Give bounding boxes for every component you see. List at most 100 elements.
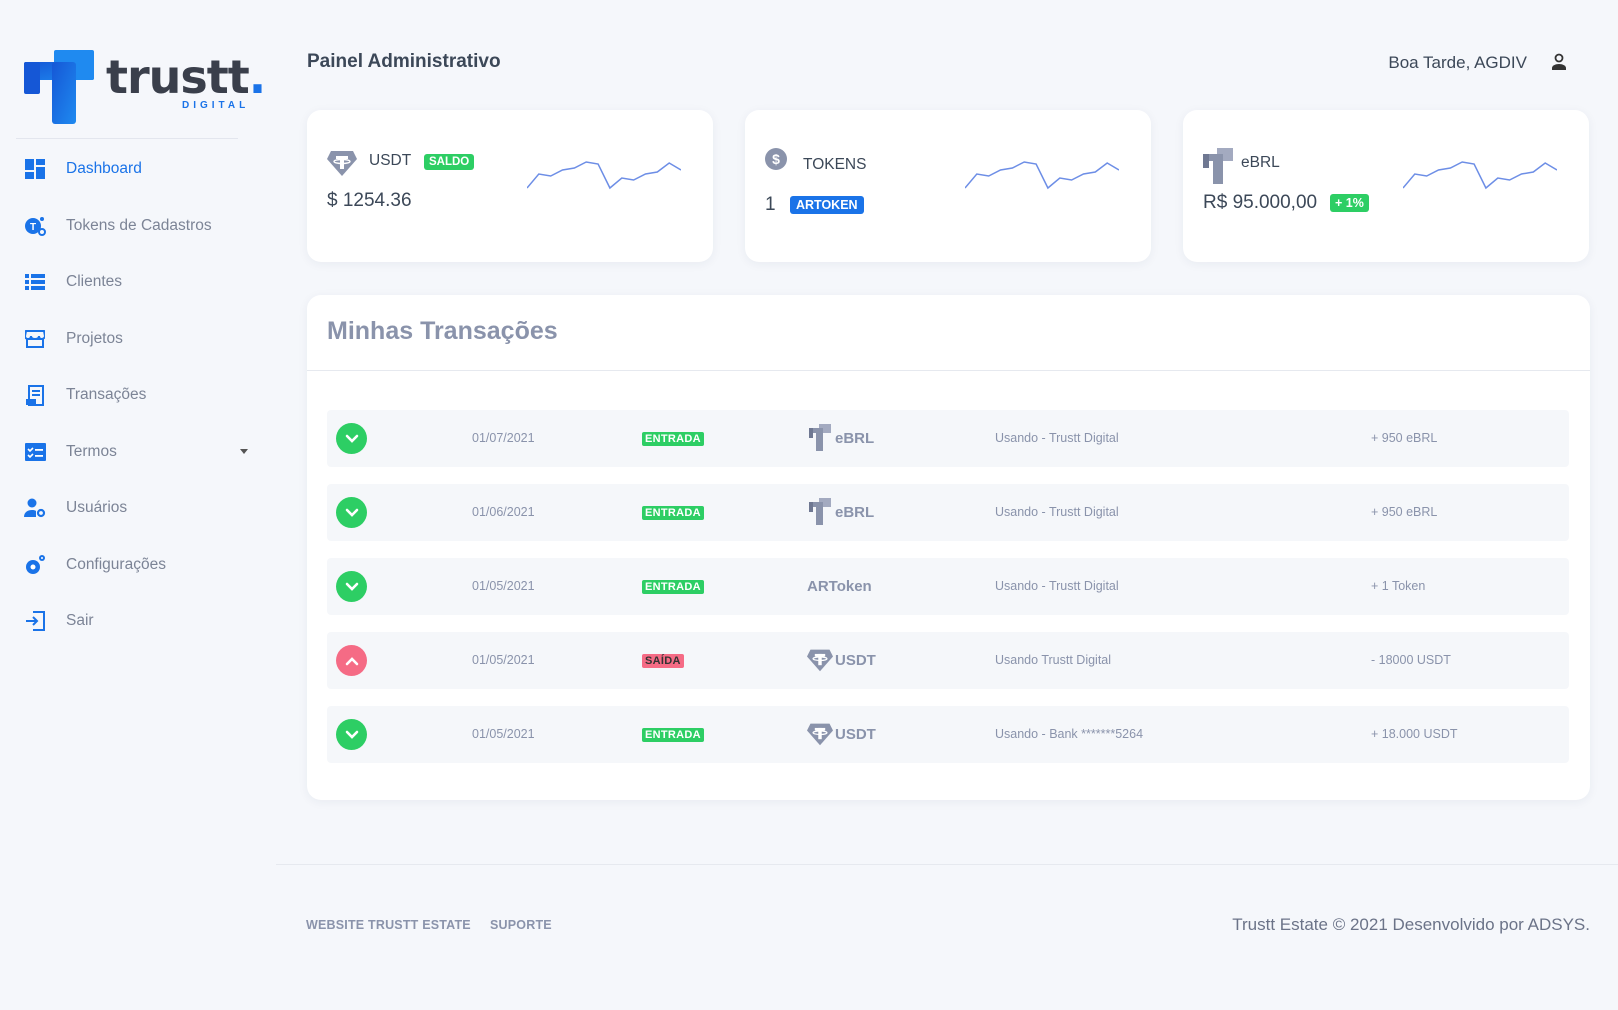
sidebar-item-label: Termos <box>66 442 117 460</box>
tokens-count: 1 <box>765 194 776 215</box>
sidebar-item-label: Transações <box>66 386 147 404</box>
tether-icon <box>807 723 833 746</box>
trustt-logo-mark <box>24 50 94 124</box>
sidebar-item-label: Dashboard <box>66 160 142 178</box>
dollar-circle-icon: $ <box>765 148 787 170</box>
gears-icon <box>24 554 46 576</box>
asset-label: USDT <box>835 651 876 669</box>
transaction-description: Usando - Bank *******5264 <box>995 727 1144 741</box>
transactions-divider <box>307 370 1590 371</box>
incoming-status-icon <box>336 571 367 602</box>
incoming-status-icon <box>336 497 367 528</box>
transaction-amount: + 950 eBRL <box>1371 505 1438 519</box>
transaction-description: Usando - Trustt Digital <box>995 505 1119 519</box>
transaction-asset: USDT <box>807 720 876 748</box>
transaction-asset: ARToken <box>807 572 872 600</box>
token-gear-icon: T <box>24 215 46 237</box>
user-settings-icon <box>24 497 46 519</box>
sidebar-item-configuracoes[interactable]: Configurações <box>0 537 262 594</box>
transaction-amount: + 1 Token <box>1371 579 1426 593</box>
sidebar-item-projetos[interactable]: Projetos <box>0 311 262 368</box>
table-row[interactable]: 01/05/2021 ENTRADA USDT Usando - Bank **… <box>327 706 1569 763</box>
sidebar-item-transacoes[interactable]: Transações <box>0 367 262 424</box>
store-icon <box>24 328 46 350</box>
logo-wordmark: trustt. <box>106 50 266 104</box>
receipt-icon <box>24 384 46 406</box>
list-icon <box>24 271 46 293</box>
ebrl-value: R$ 95.000,00 <box>1203 192 1318 213</box>
transaction-asset: eBRL <box>807 424 874 452</box>
footer-link-suporte[interactable]: SUPORTE <box>490 918 552 932</box>
svg-text:$: $ <box>772 151 780 167</box>
footer-link-website[interactable]: WEBSITE TRUSTT ESTATE <box>306 918 471 932</box>
transaction-date: 01/05/2021 <box>472 579 535 593</box>
user-icon[interactable] <box>1550 53 1568 71</box>
ebrl-sparkline <box>1403 161 1557 190</box>
sidebar-item-termos[interactable]: Termos <box>0 424 262 481</box>
usdt-balance-value: $ 1254.36 <box>327 190 412 211</box>
sidebar-nav: Dashboard T Tokens de Cadastros Clientes… <box>0 141 262 650</box>
transaction-type-badge: ENTRADA <box>642 506 704 520</box>
asset-label: eBRL <box>835 429 875 447</box>
ebrl-icon <box>1203 148 1233 184</box>
user-greeting: Boa Tarde, AGDIV <box>1388 53 1527 72</box>
transaction-type-badge: ENTRADA <box>642 580 704 594</box>
checklist-icon <box>24 441 46 463</box>
sidebar-item-usuarios[interactable]: Usuários <box>0 480 262 537</box>
tokens-sparkline <box>965 161 1119 190</box>
sidebar-item-sair[interactable]: Sair <box>0 593 262 650</box>
sidebar-divider <box>16 138 238 139</box>
transaction-description: Usando Trustt Digital <box>995 653 1112 667</box>
sidebar-item-label: Tokens de Cadastros <box>66 216 212 234</box>
card-title: USDT <box>369 152 412 169</box>
transactions-panel: Minhas Transações 01/07/2021 ENTRADA eBR… <box>307 295 1590 800</box>
sidebar-item-dashboard[interactable]: Dashboard <box>0 141 262 198</box>
transaction-type-badge: ENTRADA <box>642 432 704 446</box>
table-row[interactable]: 01/06/2021 ENTRADA eBRL Usando - Trustt … <box>327 484 1569 541</box>
page-title: Painel Administrativo <box>307 51 501 72</box>
dashboard-icon <box>24 158 46 180</box>
sidebar-item-clientes[interactable]: Clientes <box>0 254 262 311</box>
tokens-card: $ TOKENS 1 ARTOKEN <box>745 110 1151 262</box>
transaction-date: 01/05/2021 <box>472 653 535 667</box>
ebrl-change-badge: + 1% <box>1330 194 1369 212</box>
tether-icon <box>327 151 357 176</box>
logout-icon <box>24 610 46 632</box>
asset-label: USDT <box>835 725 876 743</box>
transaction-type-badge: SAÍDA <box>642 654 684 668</box>
sidebar-item-label: Projetos <box>66 329 123 347</box>
logo-subtitle: DIGITAL <box>182 100 250 111</box>
transaction-type-badge: ENTRADA <box>642 728 704 742</box>
sidebar-item-label: Sair <box>66 612 94 630</box>
transaction-date: 01/07/2021 <box>472 431 535 445</box>
transactions-title: Minhas Transações <box>327 317 558 345</box>
usdt-sparkline <box>527 161 681 190</box>
table-row[interactable]: 01/05/2021 ENTRADA ARToken Usando - Trus… <box>327 558 1569 615</box>
sidebar-item-label: Usuários <box>66 499 128 517</box>
sidebar-item-label: Clientes <box>66 273 122 291</box>
card-title: eBRL <box>1241 154 1280 171</box>
asset-label: ARToken <box>807 577 872 595</box>
svg-text:T: T <box>30 222 36 233</box>
sidebar: trustt. DIGITAL Dashboard T Tokens de Ca… <box>0 0 266 1010</box>
trustt-logo[interactable]: trustt. DIGITAL <box>24 48 266 128</box>
transaction-description: Usando - Trustt Digital <box>995 431 1119 445</box>
transaction-amount: + 18.000 USDT <box>1371 727 1458 741</box>
transaction-amount: - 18000 USDT <box>1371 653 1451 667</box>
asset-label: eBRL <box>835 503 875 521</box>
ebrl-icon <box>809 498 831 525</box>
table-row[interactable]: 01/05/2021 SAÍDA USDT Usando Trustt Digi… <box>327 632 1569 689</box>
incoming-status-icon <box>336 719 367 750</box>
ebrl-card: eBRL R$ 95.000,00 + 1% <box>1183 110 1589 262</box>
footer-copyright: Trustt Estate © 2021 Desenvolvido por AD… <box>1232 915 1590 934</box>
outgoing-status-icon <box>336 645 367 676</box>
table-row[interactable]: 01/07/2021 ENTRADA eBRL Usando - Trustt … <box>327 410 1569 467</box>
saldo-badge: SALDO <box>424 154 475 170</box>
usdt-balance-card: USDT SALDO $ 1254.36 <box>307 110 713 262</box>
chevron-down-icon[interactable] <box>240 448 248 454</box>
sidebar-item-tokens-cadastros[interactable]: T Tokens de Cadastros <box>0 198 262 255</box>
transaction-description: Usando - Trustt Digital <box>995 579 1119 593</box>
incoming-status-icon <box>336 423 367 454</box>
ebrl-icon <box>809 424 831 451</box>
tether-icon <box>807 649 833 672</box>
